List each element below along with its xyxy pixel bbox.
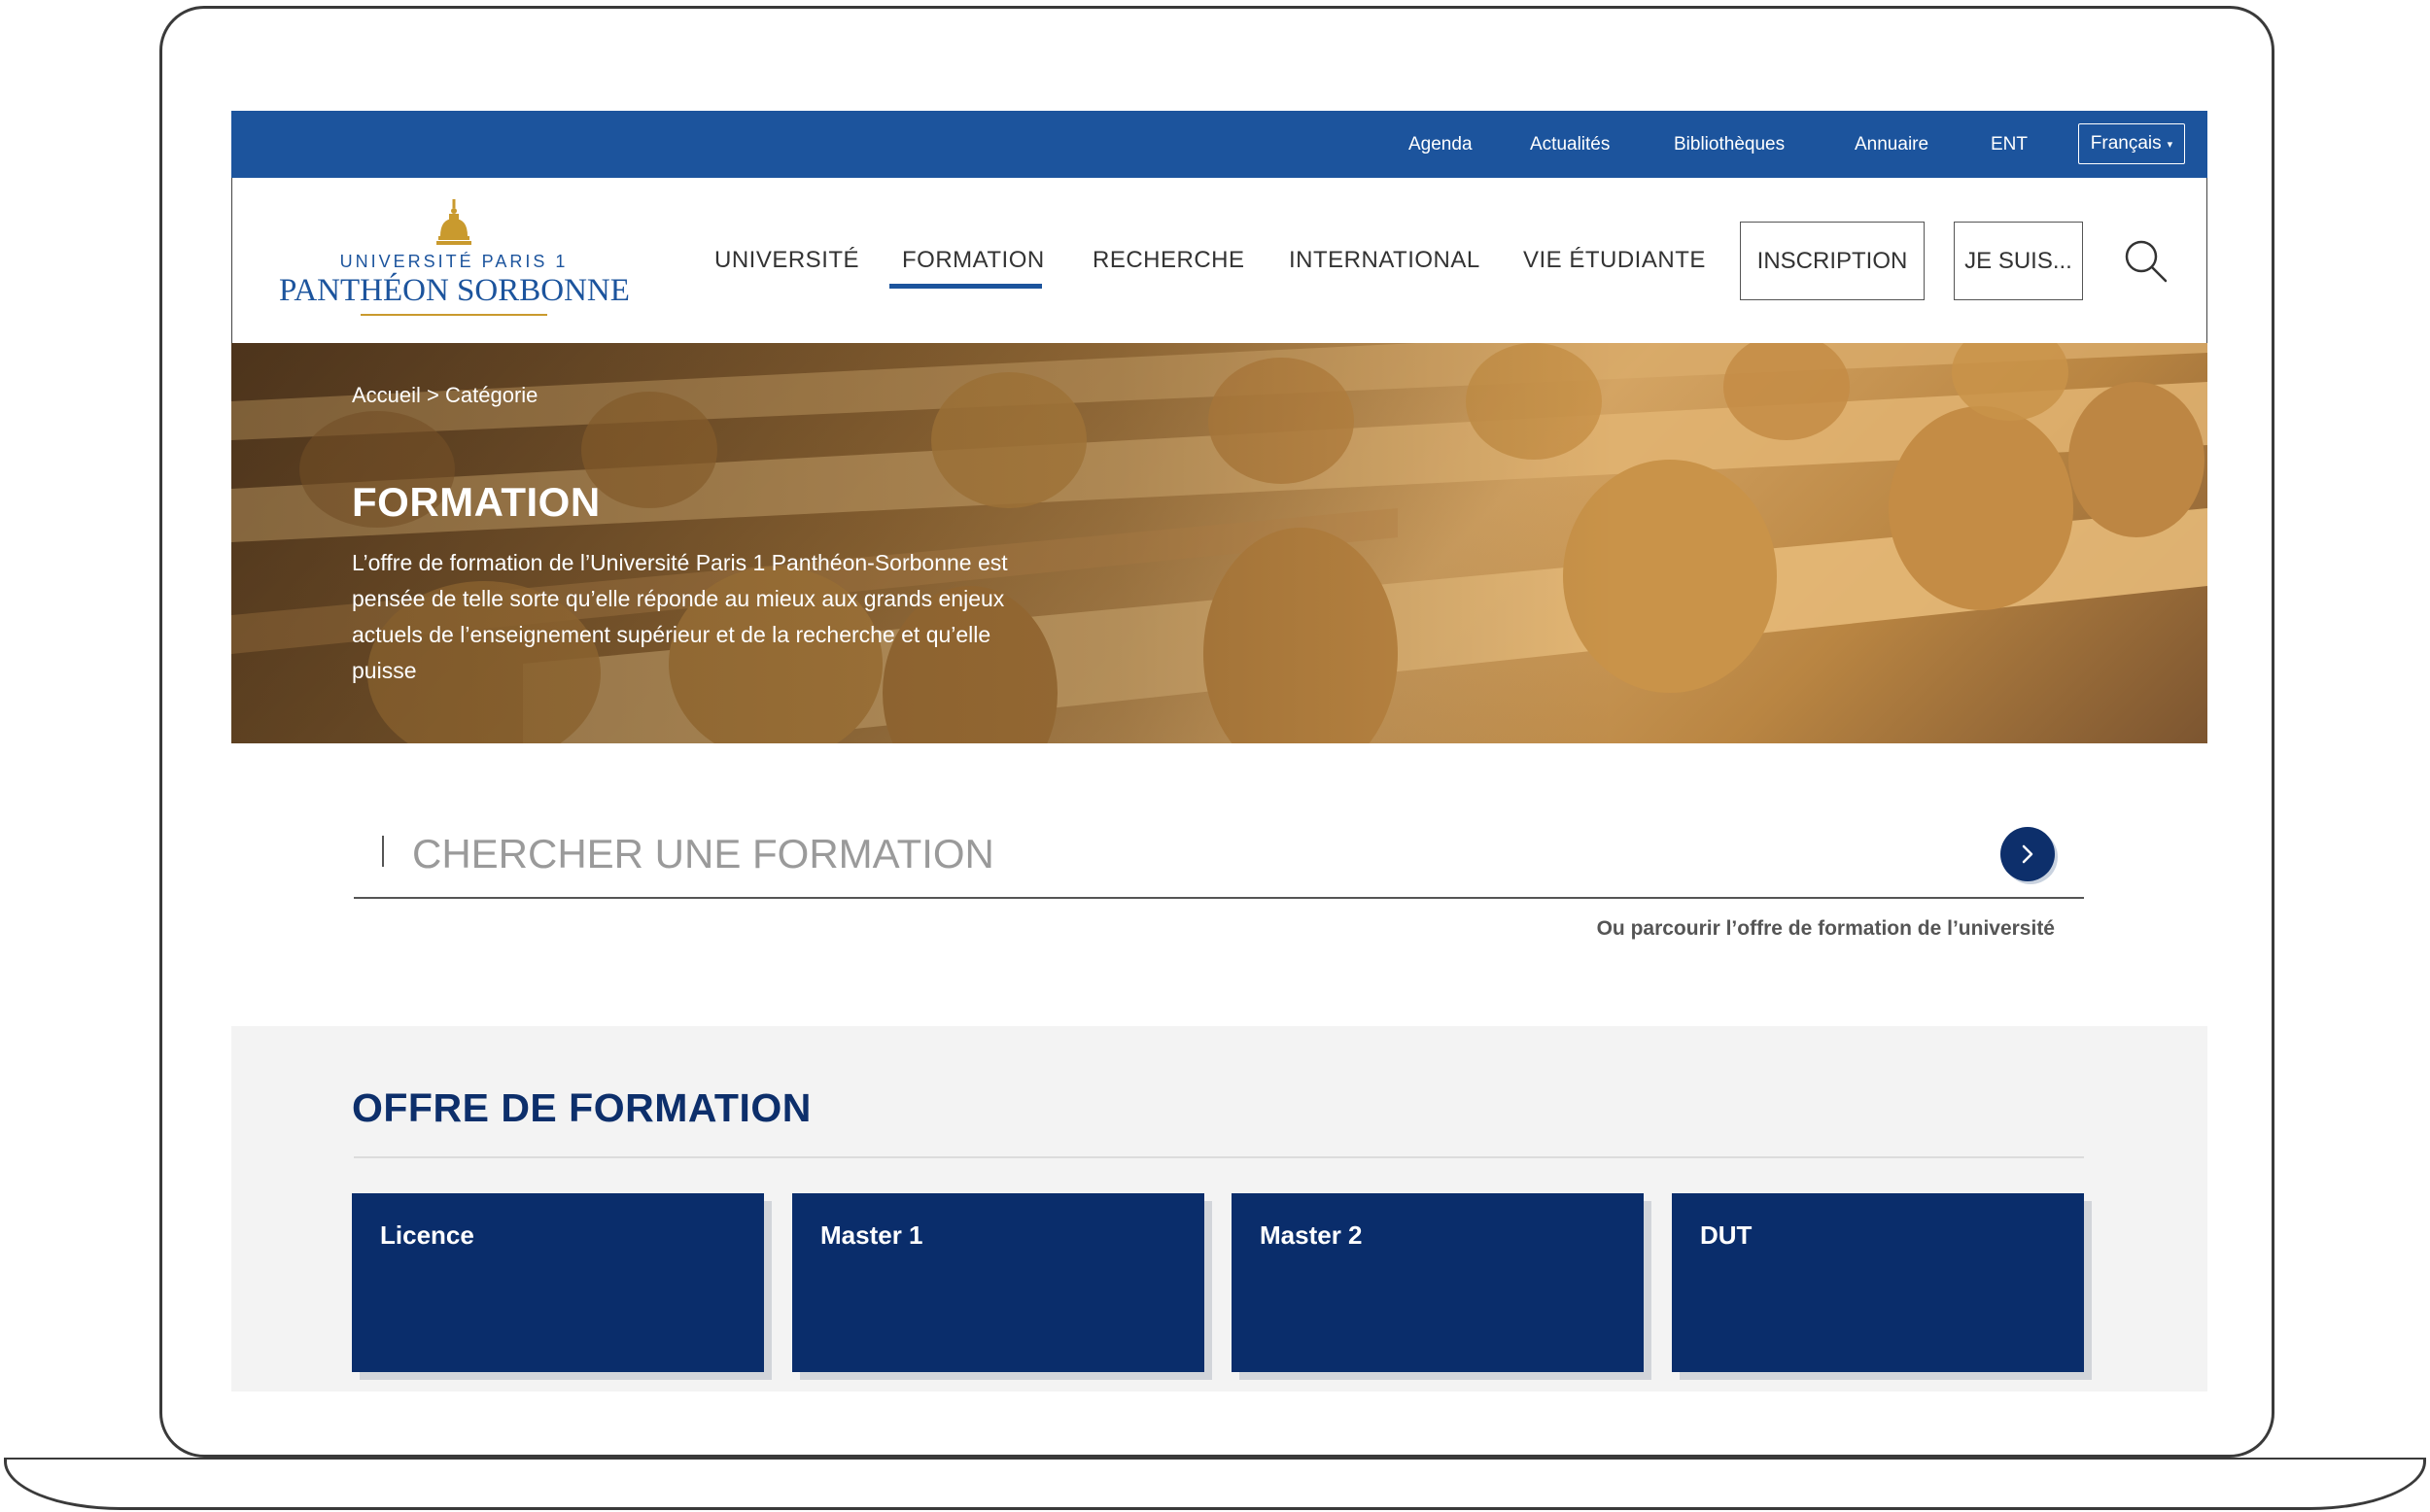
browser-screen: Agenda Actualités Bibliothèques Annuaire… <box>231 111 2207 1392</box>
breadcrumb-current: Catégorie <box>445 383 538 407</box>
je-suis-button[interactable]: JE SUIS... <box>1954 222 2083 300</box>
offer-section: OFFRE DE FORMATION Licence Master 1 Mast… <box>231 1026 2207 1392</box>
topbar-link-actualites[interactable]: Actualités <box>1530 111 1610 178</box>
language-label: Français <box>2090 133 2162 154</box>
search-submit-button[interactable] <box>2000 827 2055 881</box>
logo-line-1: UNIVERSITÉ PARIS 1 <box>339 252 569 271</box>
topbar-link-bibliotheques[interactable]: Bibliothèques <box>1674 111 1785 178</box>
caret-down-icon: ▾ <box>2167 138 2173 151</box>
offer-card-master-2[interactable]: Master 2 <box>1232 1193 1644 1372</box>
text-cursor <box>382 836 384 867</box>
offer-card-label: Licence <box>380 1220 474 1250</box>
nav-item-international[interactable]: INTERNATIONAL <box>1289 178 1480 343</box>
breadcrumb-separator: > <box>420 383 445 407</box>
logo-line-2: PANTHÉON SORBONNE <box>279 273 630 308</box>
breadcrumb-home[interactable]: Accueil <box>352 383 421 407</box>
offer-divider <box>354 1156 2084 1158</box>
formation-search-input[interactable] <box>412 825 2162 883</box>
language-select[interactable]: Français ▾ <box>2078 123 2185 164</box>
offer-card-licence[interactable]: Licence <box>352 1193 764 1372</box>
utility-bar: Agenda Actualités Bibliothèques Annuaire… <box>231 111 2207 178</box>
offer-card-label: Master 1 <box>820 1220 923 1250</box>
hero-banner: Accueil > Catégorie FORMATION L’offre de… <box>231 343 2207 743</box>
page-title: FORMATION <box>352 479 601 525</box>
topbar-link-agenda[interactable]: Agenda <box>1408 111 1473 178</box>
breadcrumb: Accueil > Catégorie <box>352 383 538 408</box>
search-underline <box>354 897 2084 899</box>
browse-offer-link[interactable]: Ou parcourir l’offre de formation de l’u… <box>1573 917 2055 941</box>
inscription-button[interactable]: INSCRIPTION <box>1740 222 1925 300</box>
offer-title: OFFRE DE FORMATION <box>352 1085 812 1130</box>
search-icon[interactable] <box>2124 239 2169 284</box>
topbar-link-ent[interactable]: ENT <box>1991 111 2028 178</box>
logo-underline <box>361 314 547 316</box>
pantheon-dome-icon <box>436 199 471 245</box>
nav-item-recherche[interactable]: RECHERCHE <box>1093 178 1245 343</box>
chevron-right-icon <box>2022 844 2033 864</box>
nav-active-indicator <box>889 284 1042 289</box>
university-logo[interactable]: UNIVERSITÉ PARIS 1 PANTHÉON SORBONNE <box>279 199 630 316</box>
main-header: UNIVERSITÉ PARIS 1 PANTHÉON SORBONNE UNI… <box>231 178 2207 343</box>
offer-card-label: DUT <box>1700 1220 1753 1250</box>
offer-card-dut[interactable]: DUT <box>1672 1193 2084 1372</box>
nav-item-vie-etudiante[interactable]: VIE ÉTUDIANTE <box>1523 178 1706 343</box>
topbar-link-annuaire[interactable]: Annuaire <box>1855 111 1928 178</box>
laptop-base <box>4 1460 2426 1510</box>
page-description: L’offre de formation de l’Université Par… <box>352 550 1008 683</box>
nav-item-universite[interactable]: UNIVERSITÉ <box>714 178 859 343</box>
nav-item-formation[interactable]: FORMATION <box>902 178 1045 343</box>
offer-card-label: Master 2 <box>1260 1220 1363 1250</box>
offer-card-master-1[interactable]: Master 1 <box>792 1193 1204 1372</box>
